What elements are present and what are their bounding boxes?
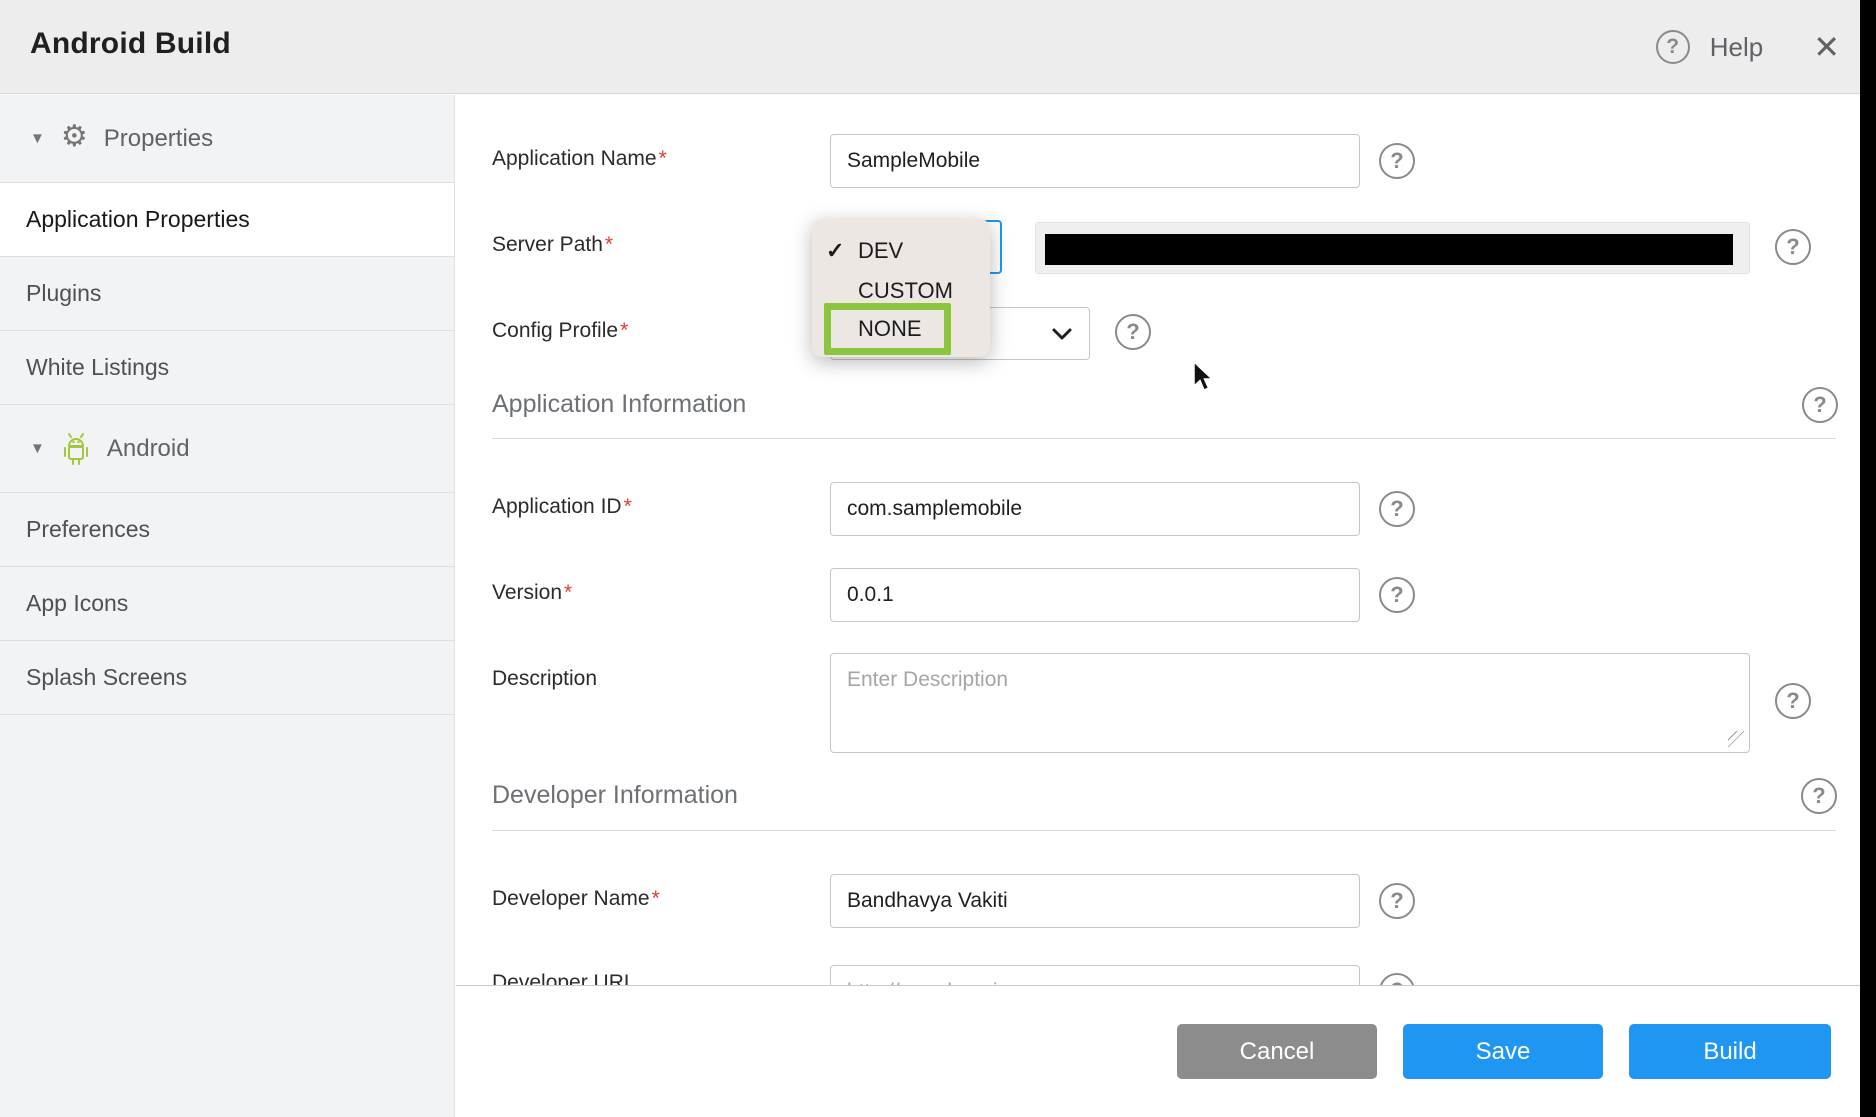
android-icon — [61, 433, 91, 465]
developer-name-label: Developer Name* — [492, 887, 660, 911]
application-name-help-icon[interactable]: ? — [1379, 143, 1415, 179]
sidebar-group-label: Properties — [104, 125, 213, 153]
application-name-input[interactable] — [830, 134, 1360, 188]
caret-down-icon: ▼ — [30, 130, 45, 147]
required-asterisk: * — [620, 319, 628, 342]
sidebar: ▼ ⚙ Properties Application Properties Pl… — [0, 95, 455, 1117]
version-help-icon[interactable]: ? — [1379, 577, 1415, 613]
application-id-input[interactable] — [830, 482, 1360, 536]
redacted-server-path — [1045, 234, 1733, 265]
section-divider — [492, 438, 1836, 439]
sidebar-item-white-listings[interactable]: White Listings — [0, 331, 454, 405]
sidebar-group-properties[interactable]: ▼ ⚙ Properties — [0, 95, 454, 183]
server-path-help-icon[interactable]: ? — [1775, 229, 1811, 265]
dialog-footer: Cancel Save Build — [456, 985, 1860, 1117]
config-profile-label: Config Profile* — [492, 319, 628, 343]
sidebar-item-label: Application Properties — [26, 206, 250, 233]
sidebar-item-label: White Listings — [26, 354, 169, 381]
sidebar-item-label: App Icons — [26, 590, 128, 617]
section-divider — [492, 830, 1836, 831]
config-profile-help-icon[interactable]: ? — [1115, 314, 1151, 350]
required-asterisk: * — [652, 887, 660, 910]
version-label: Version* — [492, 581, 572, 605]
required-asterisk: * — [564, 581, 572, 604]
form-panel: Application Name* ? Server Path* ? Confi… — [456, 95, 1860, 1117]
mouse-cursor — [1192, 361, 1218, 395]
application-information-heading: Application Information — [492, 390, 746, 419]
sidebar-item-splash-screens[interactable]: Splash Screens — [0, 641, 454, 715]
application-id-help-icon[interactable]: ? — [1379, 491, 1415, 527]
close-icon[interactable]: ✕ — [1813, 31, 1840, 63]
server-path-value-field — [1035, 222, 1750, 274]
sidebar-group-android[interactable]: ▼ Android — [0, 405, 454, 493]
required-asterisk: * — [605, 233, 613, 256]
dropdown-option-none[interactable]: NONE — [824, 303, 951, 355]
sidebar-group-label: Android — [107, 435, 190, 463]
cancel-button[interactable]: Cancel — [1177, 1024, 1377, 1079]
caret-down-icon: ▼ — [30, 440, 45, 457]
sidebar-item-label: Splash Screens — [26, 664, 187, 691]
sidebar-item-label: Preferences — [26, 516, 150, 543]
version-input[interactable] — [830, 568, 1360, 622]
sidebar-item-preferences[interactable]: Preferences — [0, 493, 454, 567]
required-asterisk: * — [659, 147, 667, 170]
application-name-label: Application Name* — [492, 147, 667, 171]
sidebar-item-application-properties[interactable]: Application Properties — [0, 183, 454, 257]
save-button[interactable]: Save — [1403, 1024, 1603, 1079]
developer-name-input[interactable] — [830, 874, 1360, 928]
sidebar-item-plugins[interactable]: Plugins — [0, 257, 454, 331]
server-path-label: Server Path* — [492, 233, 613, 257]
developer-information-heading: Developer Information — [492, 781, 738, 810]
checkmark-icon: ✓ — [826, 238, 844, 264]
screen-edge-strip — [1860, 0, 1876, 1117]
gear-icon: ⚙ — [61, 122, 88, 152]
description-label: Description — [492, 667, 597, 691]
sidebar-item-label: Plugins — [26, 280, 101, 307]
header-actions: ? Help ✕ — [1656, 0, 1840, 94]
description-help-icon[interactable]: ? — [1775, 683, 1811, 719]
dialog-title: Android Build — [30, 27, 231, 61]
dropdown-option-dev[interactable]: ✓ DEV — [812, 231, 990, 271]
build-button[interactable]: Build — [1629, 1024, 1831, 1079]
application-id-label: Application ID* — [492, 495, 632, 519]
sidebar-item-app-icons[interactable]: App Icons — [0, 567, 454, 641]
dialog-header: Android Build ? Help ✕ — [0, 0, 1876, 94]
help-button[interactable]: Help — [1710, 32, 1763, 63]
chevron-down-icon — [1051, 327, 1073, 341]
developer-information-help-icon[interactable]: ? — [1801, 778, 1837, 814]
help-icon[interactable]: ? — [1656, 30, 1690, 64]
developer-name-help-icon[interactable]: ? — [1379, 883, 1415, 919]
android-build-dialog: Android Build ? Help ✕ ▼ ⚙ Properties Ap… — [0, 0, 1876, 1117]
description-textarea[interactable] — [830, 653, 1750, 753]
server-path-dropdown-menu: ✓ DEV CUSTOM NONE — [812, 219, 990, 357]
application-information-help-icon[interactable]: ? — [1802, 387, 1838, 423]
required-asterisk: * — [624, 495, 632, 518]
